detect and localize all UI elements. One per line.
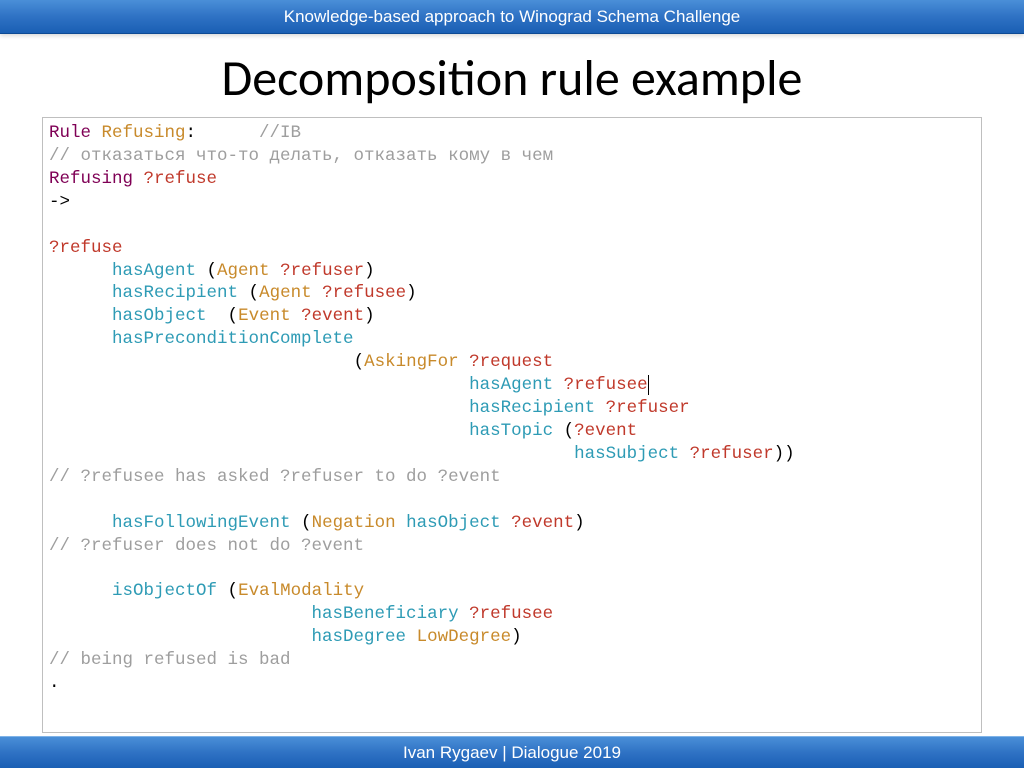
token-comment: // ?refusee has asked ?refuser to do ?ev… [49,467,501,487]
token-punc: . [49,673,60,693]
token-prop: hasBeneficiary [312,604,470,624]
token-prop: hasTopic [469,421,564,441]
token-var: ?refuser [690,444,774,464]
code-pre: Rule Refusing: //IB // отказаться что-то… [49,122,975,695]
token-prop: hasObject [406,513,511,533]
token-comment: // being refused is bad [49,650,291,670]
token-var: ?event [301,306,364,326]
footer-bar: Ivan Rygaev | Dialogue 2019 [0,736,1024,768]
token-var: ?refuser [280,261,364,281]
token-type: AskingFor [364,352,469,372]
token-comment: // ?refuser does not do ?event [49,536,364,556]
token-prop: hasSubject [574,444,690,464]
token-var: ?request [469,352,553,372]
token-var: ?refuse [144,169,218,189]
token-prop: hasRecipient [112,283,249,303]
token-var: ?refusee [322,283,406,303]
token-prop: hasFollowingEvent [112,513,301,533]
token-var: ?refusee [469,604,553,624]
token-var: ?event [574,421,637,441]
token-comment: //IB [259,123,301,143]
header-bar: Knowledge-based approach to Winograd Sch… [0,0,1024,34]
slide-title: Decomposition rule example [0,34,1024,117]
token-keyword: Refusing [49,169,144,189]
token-type: EvalModality [238,581,364,601]
code-block: Rule Refusing: //IB // отказаться что-то… [42,117,982,733]
token-var: ?refuse [49,238,123,258]
token-prop: hasAgent [112,261,207,281]
header-title: Knowledge-based approach to Winograd Sch… [284,7,740,27]
token-type: Event [238,306,301,326]
token-var: ?refuser [606,398,690,418]
token-prop: hasPreconditionComplete [112,329,354,349]
token-prop: hasDegree [312,627,417,647]
token-punc: : [186,123,260,143]
token-type: LowDegree [417,627,512,647]
token-prop: hasObject [112,306,228,326]
token-type: Agent [217,261,280,281]
token-prop: hasAgent [469,375,564,395]
token-comment: // отказаться что-то делать, отказать ко… [49,146,553,166]
token-keyword: Rule [49,123,102,143]
token-type: Agent [259,283,322,303]
token-punc: -> [49,192,70,212]
token-prop: hasRecipient [469,398,606,418]
token-type: Negation [312,513,407,533]
token-var: ?event [511,513,574,533]
token-rulename: Refusing [102,123,186,143]
token-var: ?refusee [564,375,649,395]
footer-text: Ivan Rygaev | Dialogue 2019 [403,743,621,763]
token-prop: isObjectOf [112,581,228,601]
